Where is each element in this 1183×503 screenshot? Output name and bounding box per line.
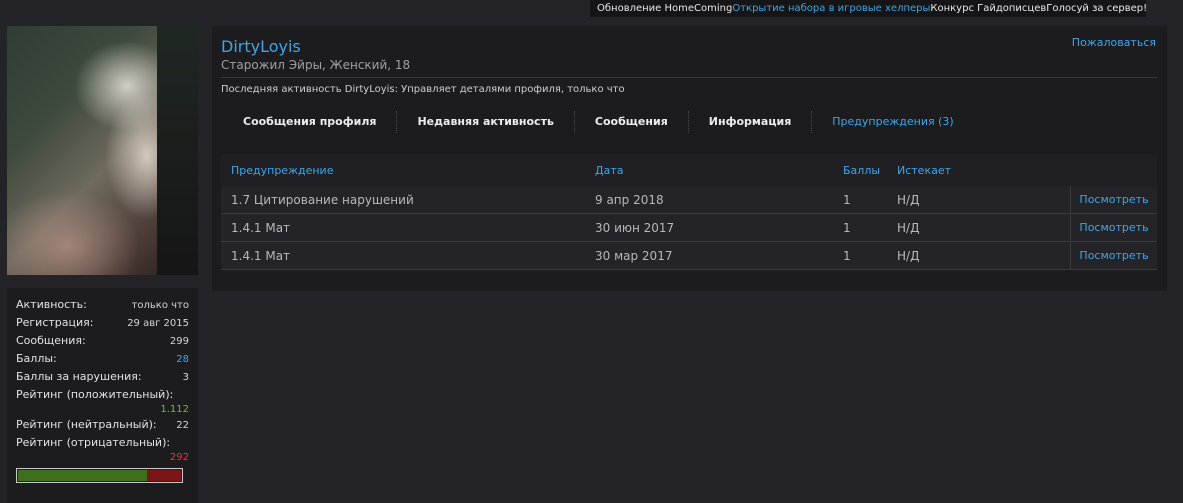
stat-violation-points: Баллы за нарушения: 3 [16, 370, 189, 388]
stat-value: 3 [182, 372, 189, 383]
stat-label: Регистрация: [16, 316, 94, 329]
stat-label: Баллы: [16, 352, 57, 365]
stat-label: Рейтинг (нейтральный): [16, 418, 157, 431]
topbar-link-homecoming[interactable]: Обновление HomeComing [597, 3, 732, 14]
stat-value[interactable]: 299 [170, 336, 189, 347]
stat-value: 1.112 [160, 404, 189, 415]
stat-rating-positive: Рейтинг (положительный): 1.112 [16, 388, 189, 418]
user-title: Старожил Эйры, Женский, 18 [221, 58, 411, 72]
stat-points: Баллы: 28 [16, 352, 189, 370]
tab-posts[interactable]: Сообщения [575, 111, 689, 133]
column-header-expires[interactable]: Истекает [897, 164, 1070, 177]
topbar-link-helpers[interactable]: Открытие набора в игровые хелперы [732, 3, 930, 14]
table-row: 1.4.1 Мат 30 июн 2017 1 Н/Д Посмотреть [221, 214, 1157, 242]
cell-warning: 1.4.1 Мат [231, 220, 291, 235]
cell-date: 9 апр 2018 [595, 192, 664, 207]
stat-label: Рейтинг (отрицательный): [16, 436, 171, 449]
stat-label: Рейтинг (положительный): [16, 388, 174, 401]
last-activity: Последняя активность DirtyLoyis: Управля… [221, 84, 625, 95]
profile-main-panel: DirtyLoyis Старожил Эйры, Женский, 18 По… [212, 26, 1167, 291]
topbar-link-guide-contest[interactable]: Конкурс Гайдописцев [930, 3, 1046, 14]
rating-bar-negative [146, 470, 181, 481]
cell-date: 30 мар 2017 [595, 248, 673, 263]
cell-warning: 1.7 Цитирование нарушений [231, 192, 414, 207]
table-row: 1.4.1 Мат 30 мар 2017 1 Н/Д Посмотреть [221, 242, 1157, 270]
stat-value-link[interactable]: 28 [176, 354, 189, 365]
tab-information[interactable]: Информация [689, 111, 813, 133]
stat-value: 292 [169, 452, 189, 463]
cell-warning: 1.4.1 Мат [231, 248, 291, 263]
username[interactable]: DirtyLoyis [221, 37, 301, 56]
tab-recent-activity[interactable]: Недавняя активность [397, 111, 575, 133]
rating-bar-positive [18, 470, 147, 481]
cell-points: 1 [843, 192, 851, 207]
column-header-actions [1070, 154, 1157, 186]
cell-date: 30 июн 2017 [595, 220, 675, 235]
cell-points: 1 [843, 220, 851, 235]
view-button[interactable]: Посмотреть [1070, 242, 1157, 269]
column-header-date[interactable]: Дата [595, 164, 843, 177]
cell-expires: Н/Д [897, 192, 920, 207]
stat-activity: Активность: только что [16, 298, 189, 316]
rating-bar [16, 468, 183, 483]
tab-profile-posts[interactable]: Сообщения профиля [223, 111, 398, 133]
avatar[interactable] [7, 26, 198, 275]
column-header-points[interactable]: Баллы [843, 164, 897, 177]
stat-value: 29 авг 2015 [127, 318, 189, 329]
cell-expires: Н/Д [897, 248, 920, 263]
table-row: 1.7 Цитирование нарушений 9 апр 2018 1 Н… [221, 186, 1157, 214]
stat-rating-neutral: Рейтинг (нейтральный): 22 [16, 418, 189, 436]
profile-stats: Активность: только что Регистрация: 29 а… [7, 288, 198, 503]
stat-rating-negative: Рейтинг (отрицательный): 292 [16, 436, 189, 466]
column-header-warning[interactable]: Предупреждение [221, 164, 595, 177]
tab-warnings[interactable]: Предупреждения (3) [812, 111, 973, 133]
profile-tabs: Сообщения профиля Недавняя активность Со… [223, 109, 974, 135]
report-link[interactable]: Пожаловаться [1072, 36, 1156, 49]
stat-value: только что [131, 300, 189, 311]
stat-value: 22 [176, 420, 189, 431]
divider [221, 77, 1157, 78]
warnings-table: Предупреждение Дата Баллы Истекает 1.7 Ц… [221, 154, 1157, 270]
stat-label: Активность: [16, 298, 87, 311]
table-header: Предупреждение Дата Баллы Истекает [221, 154, 1157, 186]
top-links-bar: Обновление HomeComing Открытие набора в … [590, 0, 1147, 17]
cell-expires: Н/Д [897, 220, 920, 235]
stat-label: Баллы за нарушения: [16, 370, 142, 383]
avatar-shade [157, 26, 198, 275]
cell-points: 1 [843, 248, 851, 263]
view-button[interactable]: Посмотреть [1070, 186, 1157, 213]
topbar-link-vote[interactable]: Голосуй за сервер! [1046, 3, 1147, 14]
stat-label: Сообщения: [16, 334, 86, 347]
stat-registration: Регистрация: 29 авг 2015 [16, 316, 189, 334]
view-button[interactable]: Посмотреть [1070, 214, 1157, 241]
stat-messages: Сообщения: 299 [16, 334, 189, 352]
